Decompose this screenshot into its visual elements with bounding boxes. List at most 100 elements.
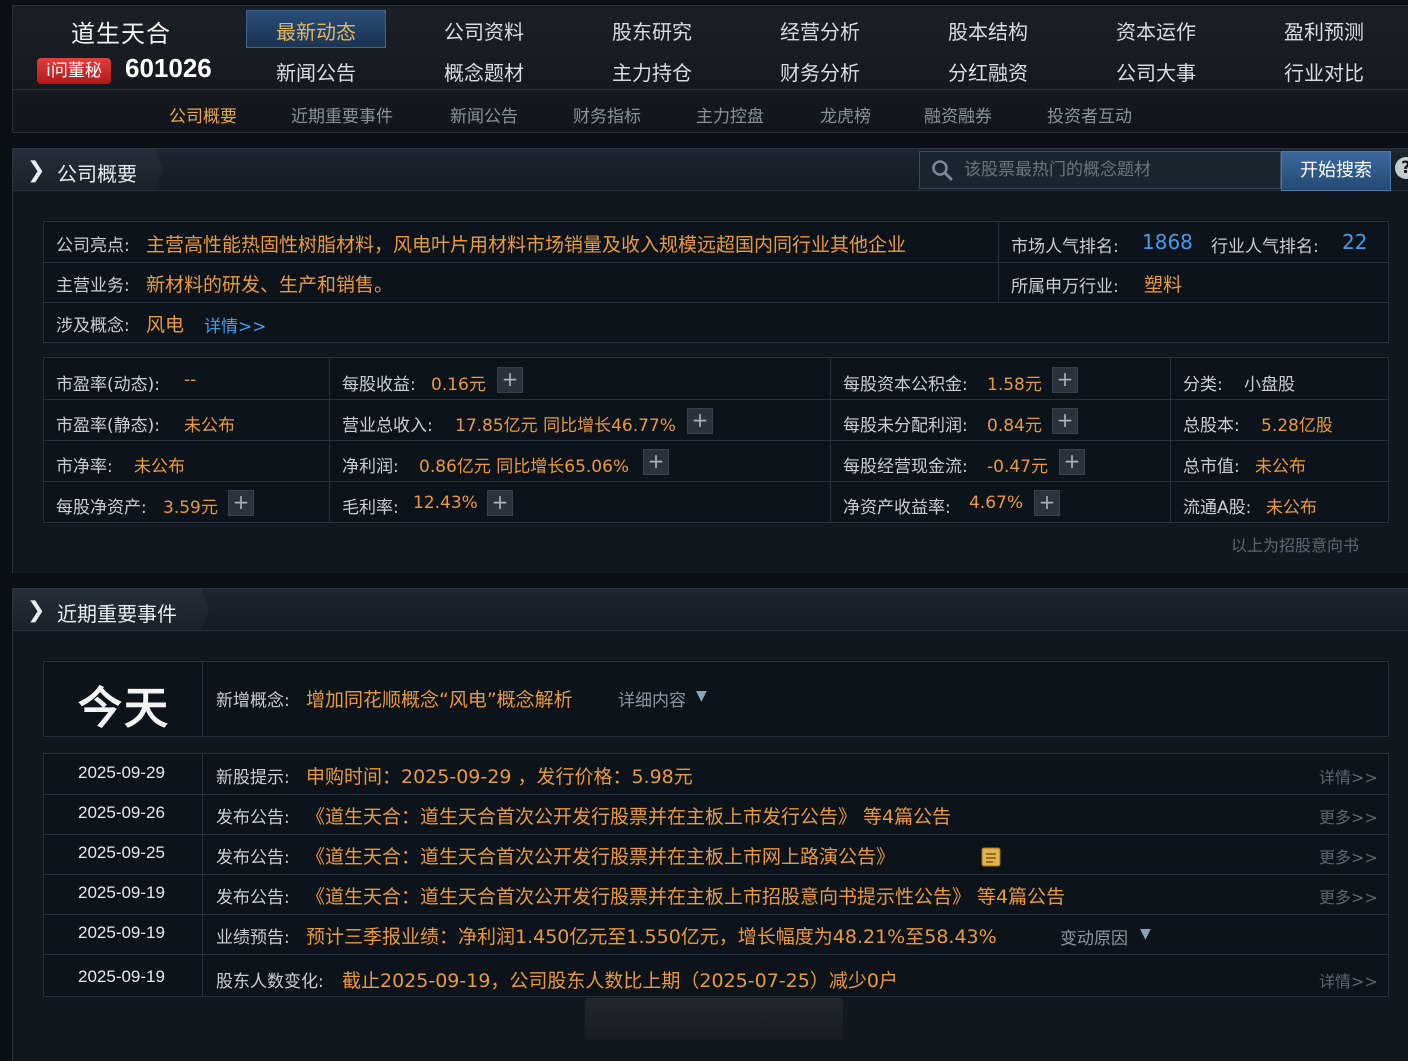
subnav-recent-events[interactable]: 近期重要事件 [291, 102, 393, 127]
company-overview-panel: ❯ 公司概要 开始搜索 ? 公司亮点: 主营高性能热固性树脂材料，风电叶片用材料… [12, 148, 1408, 573]
main-business: 新材料的研发、生产和销售。 [146, 274, 394, 296]
divider [44, 440, 1388, 441]
industry-rank-value[interactable]: 22 [1342, 230, 1367, 254]
eps-expand-icon[interactable]: + [497, 367, 523, 393]
sw-industry-label: 所属申万行业: [1011, 277, 1119, 297]
gross-margin-expand-icon[interactable]: + [487, 490, 513, 516]
undistributed-profit-label: 每股未分配利润: [843, 416, 968, 436]
concept-search-input[interactable] [962, 152, 1276, 188]
change-reason-link[interactable]: 变动原因 [1060, 924, 1128, 949]
ask-secretary-badge[interactable]: i问董秘 [37, 58, 111, 84]
event-text[interactable]: 《道生天合：道生天合首次公开发行股票并在主板上市招股意向书提示性公告》 等4篇公… [306, 882, 1065, 909]
divider [44, 874, 1388, 875]
nav-industry-compare[interactable]: 行业对比 [1249, 57, 1399, 86]
nav-news-announcements[interactable]: 新闻公告 [241, 57, 391, 86]
subnav-news[interactable]: 新闻公告 [450, 102, 518, 127]
event-more-link[interactable]: 更多>> [1319, 884, 1378, 908]
today-event-text[interactable]: 增加同花顺概念“风电”概念解析 [306, 685, 573, 712]
event-more-link[interactable]: 更多>> [1319, 804, 1378, 828]
subnav-margin-trading[interactable]: 融资融券 [924, 102, 992, 127]
concept-details-link[interactable]: 详情>> [204, 312, 267, 337]
subnav-dragon-tiger[interactable]: 龙虎榜 [820, 102, 871, 127]
event-type: 发布公告: [216, 808, 290, 828]
help-icon[interactable]: ? [1395, 157, 1408, 179]
event-text[interactable]: 《道生天合：道生天合首次公开发行股票并在主板上市发行公告》 等4篇公告 [306, 802, 951, 829]
pb-label: 市净率: [56, 457, 113, 477]
undistributed-profit-expand-icon[interactable]: + [1052, 408, 1078, 434]
subnav-main-control[interactable]: 主力控盘 [696, 102, 764, 127]
gross-margin-label: 毛利率: [342, 498, 399, 518]
total-shares-value: 5.28亿股 [1261, 416, 1333, 436]
eps-label: 每股收益: [342, 375, 416, 395]
event-date: 2025-09-26 [78, 803, 165, 822]
capital-reserve-expand-icon[interactable]: + [1052, 367, 1078, 393]
subnav-investor-interaction[interactable]: 投资者互动 [1047, 102, 1132, 127]
divider [44, 834, 1388, 835]
pe-dynamic-value: -- [184, 370, 197, 390]
divider [44, 794, 1388, 795]
nav-profit-forecast[interactable]: 盈利预测 [1249, 16, 1399, 45]
roe-expand-icon[interactable]: + [1034, 490, 1060, 516]
event-text[interactable]: 《道生天合：道生天合首次公开发行股票并在主板上市网上路演公告》 [306, 842, 895, 869]
nav-equity-structure[interactable]: 股本结构 [913, 16, 1063, 45]
roe-value: 4.67% [969, 493, 1024, 513]
concept-label: 涉及概念: [56, 316, 130, 336]
bvps-expand-icon[interactable]: + [228, 490, 254, 516]
revenue-expand-icon[interactable]: + [687, 408, 713, 434]
total-shares-label: 总股本: [1183, 416, 1240, 436]
event-more-link[interactable]: 更多>> [1319, 844, 1378, 868]
events-panel-header: ❯ 近期重要事件 [13, 589, 1408, 631]
event-type: 股东人数变化: [216, 972, 324, 992]
float-shares-value: 未公布 [1266, 498, 1317, 518]
today-details-link[interactable]: 详细内容 [618, 686, 686, 711]
nav-dividend-financing[interactable]: 分红融资 [913, 57, 1063, 86]
nav-company-events[interactable]: 公司大事 [1081, 57, 1231, 86]
sw-industry-value[interactable]: 塑料 [1144, 270, 1182, 297]
document-icon[interactable] [980, 846, 1002, 868]
nav-financial-analysis[interactable]: 财务分析 [745, 57, 895, 86]
event-details-link[interactable]: 详情>> [1319, 968, 1378, 992]
nav-main-holdings[interactable]: 主力持仓 [577, 57, 727, 86]
subnav-overview[interactable]: 公司概要 [169, 102, 237, 127]
subnav-financial-indicators[interactable]: 财务指标 [573, 102, 641, 127]
recent-events-panel: ❯ 近期重要事件 今天 新增概念: 增加同花顺概念“风电”概念解析 详细内容 ▼… [12, 588, 1408, 1061]
pe-dynamic-label: 市盈率(动态): [56, 375, 160, 395]
net-profit-label: 净利润: [342, 457, 399, 477]
divider [44, 914, 1388, 915]
operating-cashflow-expand-icon[interactable]: + [1059, 449, 1085, 475]
divider [44, 481, 1388, 482]
metrics-table: 市盈率(动态): -- 每股收益: 0.16元 + 每股资本公积金: 1.58元… [43, 357, 1389, 523]
dropdown-triangle-icon[interactable]: ▼ [1140, 926, 1151, 942]
event-text[interactable]: 预计三季报业绩：净利润1.450亿元至1.550亿元，增长幅度为48.21%至5… [306, 922, 997, 949]
overview-title: 公司概要 [57, 162, 137, 186]
concept-value[interactable]: 风电 [146, 310, 184, 337]
nav-company-info[interactable]: 公司资料 [409, 16, 559, 45]
nav-concepts[interactable]: 概念题材 [409, 57, 559, 86]
company-info-box: 公司亮点: 主营高性能热固性树脂材料，风电叶片用材料市场销量及收入规模远超国内同… [43, 221, 1389, 343]
stock-code: 601026 [125, 53, 212, 83]
today-label: 今天 [78, 683, 170, 734]
nav-latest-news[interactable]: 最新动态 [241, 16, 391, 45]
event-details-link[interactable]: 详情>> [1319, 764, 1378, 788]
nav-shareholder-research[interactable]: 股东研究 [577, 16, 727, 45]
divider [202, 754, 203, 996]
search-icon [932, 160, 953, 181]
market-rank-value[interactable]: 1868 [1142, 230, 1193, 254]
chevron-right-icon: ❯ [27, 158, 46, 183]
event-type: 发布公告: [216, 888, 290, 908]
nav-operation-analysis[interactable]: 经营分析 [745, 16, 895, 45]
event-text[interactable]: 申购时间：2025-09-29 ，发行价格：5.98元 [306, 762, 693, 789]
concept-search-box[interactable] [919, 151, 1281, 189]
net-profit-expand-icon[interactable]: + [643, 449, 669, 475]
dropdown-triangle-icon[interactable]: ▼ [696, 688, 707, 704]
market-cap-value: 未公布 [1255, 457, 1306, 477]
gross-margin-value: 12.43% [413, 493, 478, 513]
nav-capital-operation[interactable]: 资本运作 [1081, 16, 1231, 45]
industry-rank-label: 行业人气排名: [1211, 237, 1319, 257]
start-search-button[interactable]: 开始搜索 [1281, 151, 1391, 191]
net-profit-value: 0.86亿元 同比增长65.06% [419, 457, 630, 477]
events-table: 2025-09-29 新股提示: 申购时间：2025-09-29 ，发行价格：5… [43, 753, 1389, 997]
scroll-indicator[interactable] [585, 998, 843, 1040]
event-text[interactable]: 截止2025-09-19，公司股东人数比上期（2025-07-25）减少0户 [342, 966, 898, 993]
bvps-value: 3.59元 [163, 498, 218, 518]
